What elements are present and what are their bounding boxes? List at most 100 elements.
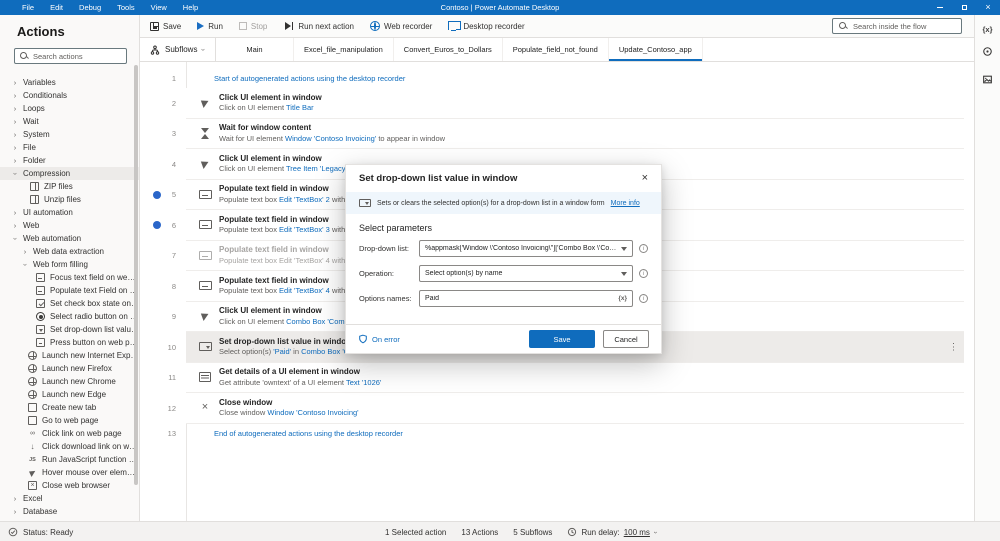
breakpoint-dot[interactable] xyxy=(153,221,161,229)
minimize-button[interactable] xyxy=(928,0,952,15)
sidebar-group-variables[interactable]: ›Variables xyxy=(0,76,139,89)
sidebar-action-launch-new-edge[interactable]: Launch new Edge xyxy=(0,388,139,401)
sidebar-group-database[interactable]: ›Database xyxy=(0,505,139,518)
tab-populate-field-not-found[interactable]: Populate_field_not_found xyxy=(503,38,609,61)
sidebar-group-excel[interactable]: ›Excel xyxy=(0,492,139,505)
search-actions-input[interactable]: Search actions xyxy=(14,48,127,64)
sidebar-item-label: Set drop-down list value o... xyxy=(50,325,139,334)
sidebar-action-click-link-on-web-page[interactable]: Click link on web page xyxy=(0,427,139,440)
flow-comment[interactable]: Start of autogenerated actions using the… xyxy=(186,68,964,88)
entity-link[interactable]: Title Bar xyxy=(286,103,314,112)
entity-link[interactable]: Edit 'TextBox' 4 xyxy=(279,286,330,295)
sidebar-action-run-javascript-function-on-we[interactable]: Run JavaScript function on we... xyxy=(0,453,139,466)
sidebar-action-press-button-on-web-page[interactable]: Press button on web page xyxy=(0,336,139,349)
entity-link[interactable]: Window 'Contoso Invoicing' xyxy=(285,134,376,143)
tab-convert-euros-to-dollars[interactable]: Convert_Euros_to_Dollars xyxy=(394,38,503,61)
dialog-close-icon[interactable]: × xyxy=(642,173,648,184)
sidebar-action-populate-text-field-on-web[interactable]: Populate text Field on web... xyxy=(0,284,139,297)
run-delay-control[interactable]: Run delay: 100 ms › xyxy=(567,527,656,537)
entity-link[interactable]: Edit 'TextBox' 3 xyxy=(279,225,330,234)
tab-update-contoso-app[interactable]: Update_Contoso_app xyxy=(609,38,703,61)
sidebar-group-web[interactable]: ›Web xyxy=(0,219,139,232)
sidebar-action-launch-new-chrome[interactable]: Launch new Chrome xyxy=(0,375,139,388)
flow-action-row[interactable]: Get details of a UI element in windowGet… xyxy=(186,363,964,394)
sidebar-action-focus-text-field-on-web-pa[interactable]: Focus text field on web pa... xyxy=(0,271,139,284)
entity-link[interactable]: Edit 'TextBox' 2 xyxy=(279,195,330,204)
run-next-icon xyxy=(283,22,294,31)
subflows-dropdown[interactable]: Subflows › xyxy=(140,38,216,61)
breakpoint-dot[interactable] xyxy=(153,191,161,199)
sidebar-group-ui-automation[interactable]: ›UI automation xyxy=(0,206,139,219)
run-button[interactable]: Run xyxy=(197,22,223,31)
options-names-input[interactable]: Paid {x} xyxy=(419,290,633,307)
close-button[interactable]: × xyxy=(976,0,1000,15)
ui-elements-icon[interactable] xyxy=(982,44,993,62)
sidebar-action-launch-new-firefox[interactable]: Launch new Firefox xyxy=(0,362,139,375)
sidebar-group-file[interactable]: ›File xyxy=(0,141,139,154)
tab-excel-file-manipulation[interactable]: Excel_file_manipulation xyxy=(294,38,394,61)
sidebar-action-close-web-browser[interactable]: Close web browser xyxy=(0,479,139,492)
dropdown-list-input[interactable]: %appmask['Window \'Contoso Invoicing\'']… xyxy=(419,240,633,257)
sidebar-action-set-drop-down-list-value-o[interactable]: Set drop-down list value o... xyxy=(0,323,139,336)
search-icon xyxy=(20,52,29,61)
menu-view[interactable]: View xyxy=(143,0,175,15)
actions-sidebar: Actions Search actions ›Variables›Condit… xyxy=(0,15,140,521)
sidebar-action-select-radio-button-on-we[interactable]: Select radio button on we... xyxy=(0,310,139,323)
sidebar-group-system[interactable]: ›System xyxy=(0,128,139,141)
operation-select[interactable]: Select option(s) by name xyxy=(419,265,633,282)
sidebar-action-hover-mouse-over-element-on[interactable]: Hover mouse over element on... xyxy=(0,466,139,479)
sidebar-group-folder[interactable]: ›Folder xyxy=(0,154,139,167)
comment-text: Start of autogenerated actions using the… xyxy=(214,74,405,83)
cancel-button[interactable]: Cancel xyxy=(603,330,649,348)
search-flow-input[interactable]: Search inside the flow xyxy=(832,18,962,34)
sidebar-action-unzip-files[interactable]: Unzip files xyxy=(0,193,139,206)
sidebar-action-go-to-web-page[interactable]: Go to web page xyxy=(0,414,139,427)
sidebar-item-label: Wait xyxy=(23,117,39,126)
sidebar-action-zip-files[interactable]: ZIP files xyxy=(0,180,139,193)
flow-action-row[interactable]: Wait for window contentWait for UI eleme… xyxy=(186,119,964,150)
menu-help[interactable]: Help xyxy=(175,0,206,15)
maximize-button[interactable] xyxy=(952,0,976,15)
sidebar-action-launch-new-internet-explorer[interactable]: Launch new Internet Explorer xyxy=(0,349,139,362)
entity-link[interactable]: Window 'Contoso Invoicing' xyxy=(267,408,358,417)
textfield-icon xyxy=(198,281,212,290)
sidebar-item-label: Create new tab xyxy=(42,403,96,412)
sidebar-action-create-new-tab[interactable]: Create new tab xyxy=(0,401,139,414)
tab-main[interactable]: Main xyxy=(216,38,294,61)
dropdown-icon xyxy=(36,325,45,334)
save-button[interactable]: Save xyxy=(529,330,595,348)
variable-picker-icon[interactable]: {x} xyxy=(618,295,627,302)
on-error-link[interactable]: On error xyxy=(358,334,400,344)
flow-comment[interactable]: End of autogenerated actions using the d… xyxy=(186,424,964,444)
sidebar-action-click-download-link-on-web-pa[interactable]: Click download link on web pa... xyxy=(0,440,139,453)
sidebar-group-conditionals[interactable]: ›Conditionals xyxy=(0,89,139,102)
save-button[interactable]: Save xyxy=(150,22,181,31)
run-next-action-button[interactable]: Run next action xyxy=(283,22,354,31)
menu-debug[interactable]: Debug xyxy=(71,0,109,15)
flow-action-row[interactable]: Close windowClose window Window 'Contoso… xyxy=(186,393,964,424)
sidebar-group-wait[interactable]: ›Wait xyxy=(0,115,139,128)
entity-link[interactable]: Text '1026' xyxy=(346,378,381,387)
images-icon[interactable] xyxy=(982,72,993,90)
desktop-recorder-button[interactable]: Desktop recorder xyxy=(448,21,524,31)
sidebar-group-web-automation[interactable]: ›Web automation xyxy=(0,232,139,245)
menu-file[interactable]: File xyxy=(14,0,42,15)
entity-link[interactable]: 'Paid' xyxy=(273,347,291,356)
action-subtitle: Click on UI element Title Bar xyxy=(219,103,322,112)
more-info-link[interactable]: More info xyxy=(611,200,640,207)
sidebar-group-web-data-extraction[interactable]: ›Web data extraction xyxy=(0,245,139,258)
sidebar-group-web-form-filling[interactable]: ›Web form filling xyxy=(0,258,139,271)
sidebar-scrollbar[interactable] xyxy=(134,65,138,485)
row-menu-button[interactable]: ⋮ xyxy=(949,341,958,352)
variables-icon[interactable]: {x} xyxy=(982,25,992,34)
run-delay-value[interactable]: 100 ms xyxy=(624,528,650,537)
sidebar-group-loops[interactable]: ›Loops xyxy=(0,102,139,115)
sidebar-group-compression[interactable]: ›Compression xyxy=(0,167,139,180)
sidebar-action-set-check-box-state-on-we[interactable]: Set check box state on we... xyxy=(0,297,139,310)
menu-tools[interactable]: Tools xyxy=(109,0,143,15)
menu-edit[interactable]: Edit xyxy=(42,0,71,15)
web-recorder-button[interactable]: Web recorder xyxy=(370,21,432,31)
flow-action-row[interactable]: Click UI element in windowClick on UI el… xyxy=(186,88,964,119)
action-subtitle: Wait for UI element Window 'Contoso Invo… xyxy=(219,134,445,143)
search-icon xyxy=(839,22,848,31)
